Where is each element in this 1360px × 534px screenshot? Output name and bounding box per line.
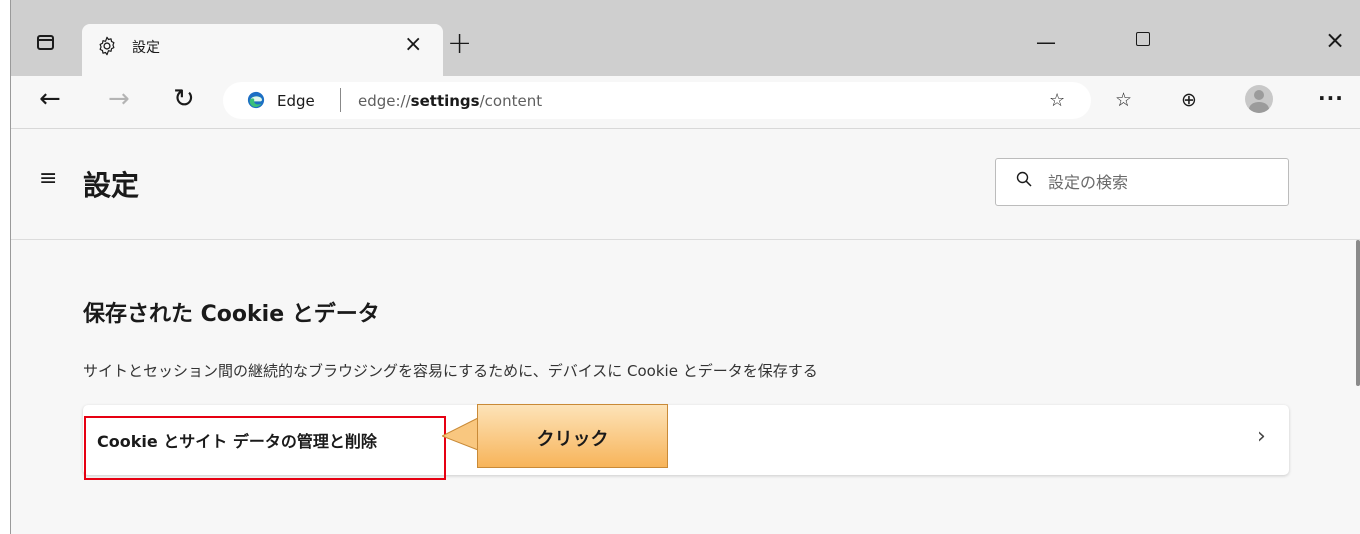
address-separator [340,88,341,112]
window-close-icon[interactable]: × [1325,26,1345,54]
address-url: edge://settings/content [358,92,542,110]
url-prefix: edge:// [358,92,411,110]
gear-icon [99,36,115,56]
scrollbar-thumb[interactable] [1356,240,1360,386]
maximize-icon[interactable] [1136,32,1150,46]
search-box[interactable] [995,158,1289,206]
tab-settings[interactable]: 設定 × [82,24,443,76]
close-tab-icon[interactable]: × [404,32,422,57]
tab-title: 設定 [132,40,160,56]
url-suffix: /content [479,92,543,110]
menu-icon[interactable]: ≡ [39,166,57,191]
tab-actions-icon[interactable] [37,35,54,50]
avatar[interactable] [1245,85,1273,113]
page-title: 設定 [83,169,140,202]
more-icon[interactable]: ··· [1318,86,1344,110]
back-arrow-icon[interactable]: ← [39,84,61,114]
minimize-icon[interactable]: — [1036,30,1056,54]
address-bar[interactable]: Edge edge://settings/content ☆ [223,82,1091,119]
refresh-icon[interactable]: ↻ [173,84,195,114]
section-description: サイトとセッション間の継続的なブラウジングを容易にするために、デバイスに Coo… [83,362,818,380]
search-input[interactable] [1046,168,1280,196]
settings-header: ≡ 設定 [11,129,1360,240]
callout-text: クリック [536,429,609,450]
new-tab-icon[interactable]: + [447,26,472,61]
chevron-right-icon: › [1257,424,1266,449]
section-title: 保存された Cookie とデータ [83,302,380,327]
click-callout: クリック [477,404,668,468]
address-site-label: Edge [277,92,315,110]
favorites-icon[interactable]: ☆ [1115,89,1132,111]
url-bold: settings [410,92,480,110]
toolbar: ← → ↻ Edge edge://settings/content ☆ ☆ ⊕… [11,76,1360,129]
search-icon [1016,171,1032,187]
tab-strip: 設定 × + — × [11,0,1360,76]
highlight-box [84,416,446,480]
add-favorite-icon[interactable]: ☆ [1049,90,1065,111]
edge-logo-icon [247,91,265,109]
forward-arrow-icon[interactable]: → [108,84,130,114]
collections-icon[interactable]: ⊕ [1181,89,1197,111]
